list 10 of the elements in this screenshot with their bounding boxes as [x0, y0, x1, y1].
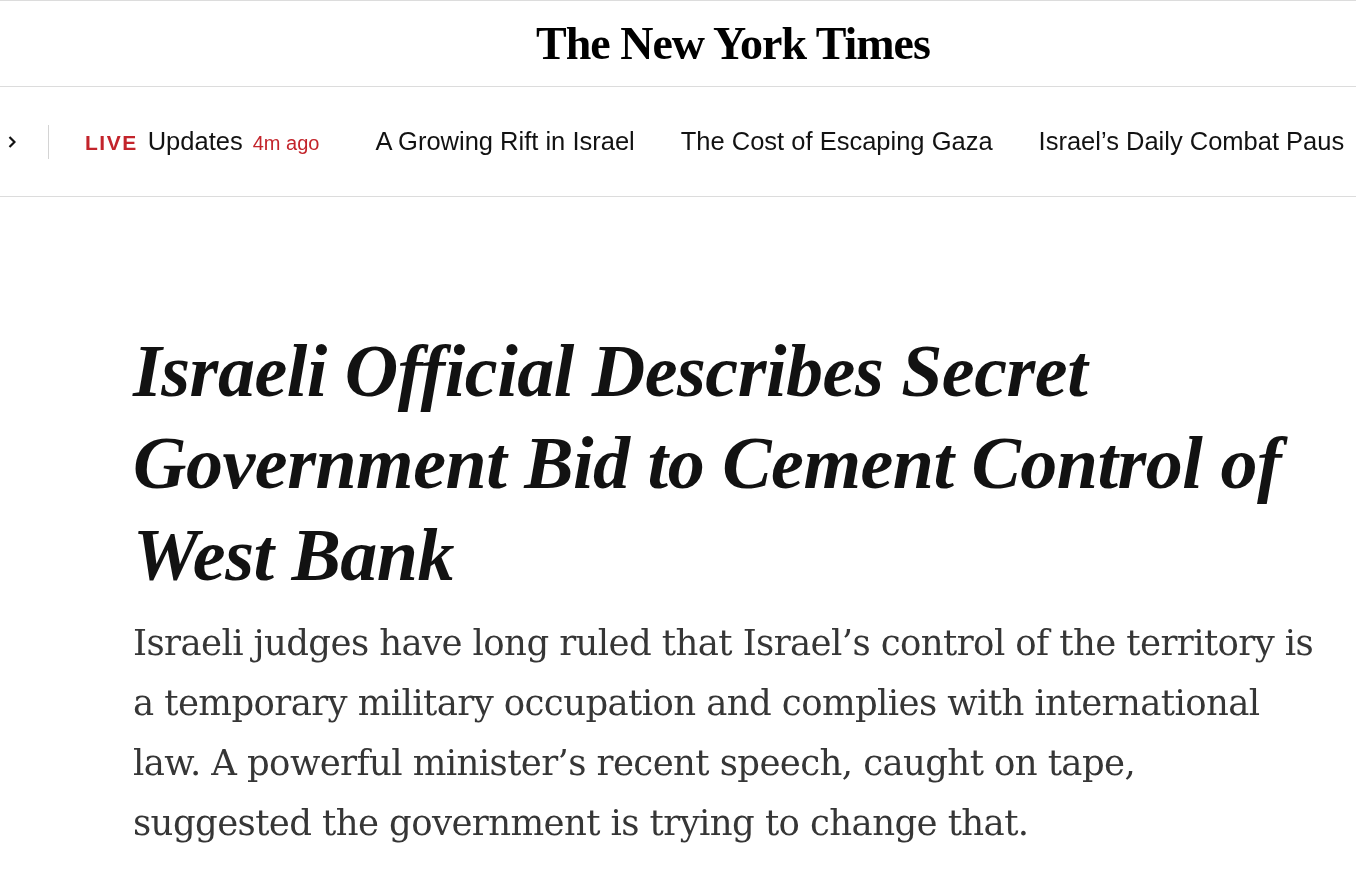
- chevron-right-icon: [8, 135, 16, 148]
- article-headline: Israeli Official Describes Secret Government Bid to Cement Control of West Bank: [133, 325, 1323, 601]
- nav-link[interactable]: The Cost of Escaping Gaza: [680, 127, 993, 156]
- site-logo[interactable]: The New York Times: [536, 20, 930, 67]
- live-label: LIVE: [85, 131, 138, 155]
- article-summary: Israeli judges have long ruled that Israel’s control of the territory is a temporary military occupation and complies with international law. A powerful minister’s recent speech, caught on tape, suggested the government is trying to change that.: [133, 621, 1315, 845]
- nav-link[interactable]: A Growing Rift in Israel: [375, 127, 635, 156]
- nav-link[interactable]: Israel’s Daily Combat Paus: [1038, 127, 1345, 156]
- nav-link[interactable]: Updates: [147, 127, 243, 156]
- update-time: 4m ago: [252, 132, 320, 155]
